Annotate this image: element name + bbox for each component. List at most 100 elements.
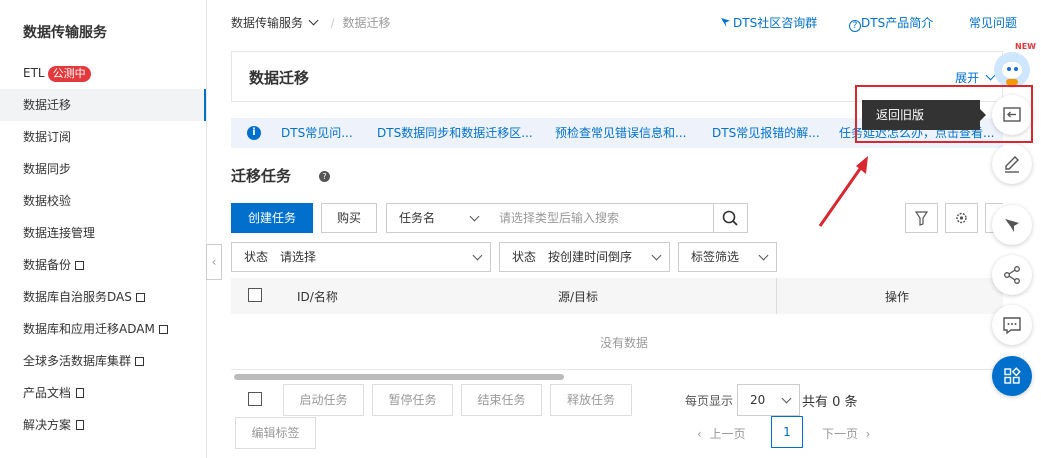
search-input[interactable] — [487, 203, 714, 233]
mascot-eye — [1014, 67, 1018, 71]
select-all-checkbox[interactable] — [248, 288, 262, 302]
prev-page-label: 上一页 — [709, 427, 746, 441]
sidebar-collapse-handle[interactable]: ‹ — [206, 244, 222, 280]
sidebar-item-label: 数据库和应用迁移ADAM — [23, 322, 155, 336]
sidebar-item-label: 产品文档 — [23, 386, 72, 400]
chevron-left-icon: ‹ — [697, 427, 702, 441]
tag-filter-label: 标签筛选 — [691, 250, 740, 264]
edit-icon — [1005, 156, 1019, 173]
info-link-faq[interactable]: DTS常见问... — [281, 118, 353, 148]
sidebar-item-etl[interactable]: ETL 公测中 — [0, 57, 206, 89]
share-icon — [1004, 266, 1020, 284]
sidebar-item-label: ETL — [23, 66, 45, 80]
search-icon — [722, 210, 738, 226]
faq-link[interactable]: 常见问题 — [969, 14, 1017, 31]
chat-button[interactable] — [992, 305, 1032, 345]
sidebar-item-validation[interactable]: 数据校验 — [0, 185, 206, 217]
gear-icon — [956, 212, 967, 224]
breadcrumb-current: 数据迁移 — [342, 16, 391, 30]
status-filter[interactable]: 状态 请选择 — [231, 242, 491, 272]
section-title: 迁移任务 — [231, 167, 292, 185]
expand-toggle[interactable]: 展开 — [955, 69, 996, 86]
end-task-button[interactable]: 结束任务 — [461, 384, 542, 416]
sidebar-item-adam[interactable]: 数据库和应用迁移ADAM — [0, 313, 206, 345]
start-task-button[interactable]: 启动任务 — [283, 384, 364, 416]
external-link-icon — [135, 357, 145, 366]
release-task-button[interactable]: 释放任务 — [550, 384, 632, 416]
total-count: 共有 0 条 — [802, 395, 858, 410]
sidebar-title: 数据传输服务 — [23, 25, 107, 41]
chevron-down-icon[interactable] — [308, 15, 319, 26]
horizontal-scrollbar[interactable] — [234, 374, 564, 380]
divider — [231, 369, 1003, 370]
help-icon[interactable]: ? — [319, 171, 330, 182]
select-all-checkbox-footer[interactable] — [248, 392, 262, 406]
sidebar-item-connections[interactable]: 数据连接管理 — [0, 217, 206, 249]
pause-task-button[interactable]: 暂停任务 — [372, 384, 453, 416]
search-type-value: 任务名 — [399, 211, 436, 225]
sidebar-item-docs[interactable]: 产品文档 — [0, 377, 206, 409]
external-link-icon — [75, 261, 85, 270]
community-link[interactable]: DTS社区咨询群 — [721, 14, 817, 31]
next-page-button[interactable]: 下一页 › — [822, 425, 870, 442]
sort-filter[interactable]: 状态 按创建时间倒序 — [499, 242, 670, 272]
buy-button[interactable]: 购买 — [321, 203, 377, 233]
chevron-down-icon — [469, 211, 480, 222]
sidebar-item-label: 数据备份 — [23, 258, 72, 272]
info-link-sync-vs-migration[interactable]: DTS数据同步和数据迁移区... — [377, 118, 533, 148]
announcement-button[interactable] — [992, 205, 1032, 245]
product-intro-link[interactable]: ? DTS产品简介 — [849, 14, 933, 32]
column-actions: 操作 — [885, 290, 910, 304]
empty-state: 没有数据 — [600, 336, 649, 350]
sidebar-item-label: 数据库自治服务DAS — [23, 290, 132, 304]
breadcrumb-root[interactable]: 数据传输服务 — [231, 16, 303, 30]
search-button[interactable] — [713, 203, 748, 233]
info-icon: i — [247, 126, 261, 140]
chevron-down-icon — [781, 393, 792, 404]
info-link-precheck-errors[interactable]: 预检查常见错误信息和... — [555, 118, 686, 148]
assistant-mascot-icon[interactable] — [994, 52, 1030, 88]
sidebar-item-backup[interactable]: 数据备份 — [0, 249, 206, 281]
sidebar-item-sync[interactable]: 数据同步 — [0, 153, 206, 185]
external-link-icon — [158, 325, 168, 334]
sidebar-item-label: 全球多活数据库集群 — [23, 354, 132, 368]
search-type-select[interactable]: 任务名 — [386, 203, 488, 233]
mascot-eye — [1007, 67, 1011, 71]
prev-page-button[interactable]: ‹ 上一页 — [697, 425, 745, 442]
feedback-button[interactable] — [992, 144, 1032, 184]
info-link-common-errors[interactable]: DTS常见报错的解... — [712, 118, 820, 148]
tag-filter[interactable]: 标签筛选 — [678, 242, 777, 272]
product-intro-label: DTS产品简介 — [861, 16, 934, 30]
create-task-button[interactable]: 创建任务 — [231, 203, 313, 233]
document-icon — [76, 388, 85, 398]
chevron-down-icon — [758, 250, 769, 261]
sidebar-item-migration[interactable]: 数据迁移 — [0, 89, 206, 121]
page-size-select[interactable]: 20 — [737, 384, 800, 416]
share-button[interactable] — [992, 255, 1032, 295]
breadcrumb: 数据传输服务 / 数据迁移 — [231, 14, 391, 31]
sidebar-item-global-cluster[interactable]: 全球多活数据库集群 — [0, 345, 206, 377]
sidebar-item-label: 数据迁移 — [23, 98, 72, 112]
sidebar-item-label: 解决方案 — [23, 418, 72, 432]
help-circle-icon: ? — [849, 20, 861, 32]
sidebar-item-das[interactable]: 数据库自治服务DAS — [0, 281, 206, 313]
column-source-target: 源/目标 — [558, 290, 599, 304]
apps-icon — [1004, 367, 1021, 384]
filter-button[interactable] — [905, 203, 938, 233]
apps-button[interactable] — [992, 356, 1032, 396]
page-number-current[interactable]: 1 — [771, 416, 803, 448]
sidebar-item-subscription[interactable]: 数据订阅 — [0, 121, 206, 153]
status-filter-value: 请选择 — [280, 250, 317, 264]
column-id-name: ID/名称 — [297, 290, 338, 304]
sidebar-item-label: 数据连接管理 — [23, 226, 96, 240]
edit-tags-button[interactable]: 编辑标签 — [235, 417, 316, 449]
page-size-value: 20 — [750, 393, 766, 407]
megaphone-icon — [1005, 219, 1019, 232]
settings-button[interactable] — [945, 203, 978, 233]
document-icon — [76, 420, 85, 430]
new-tag: NEW — [1015, 42, 1036, 51]
annotation-arrow — [818, 156, 868, 227]
sidebar-item-label: 数据同步 — [23, 162, 72, 176]
sidebar-item-solutions[interactable]: 解决方案 — [0, 409, 206, 441]
chat-icon — [1003, 317, 1021, 335]
